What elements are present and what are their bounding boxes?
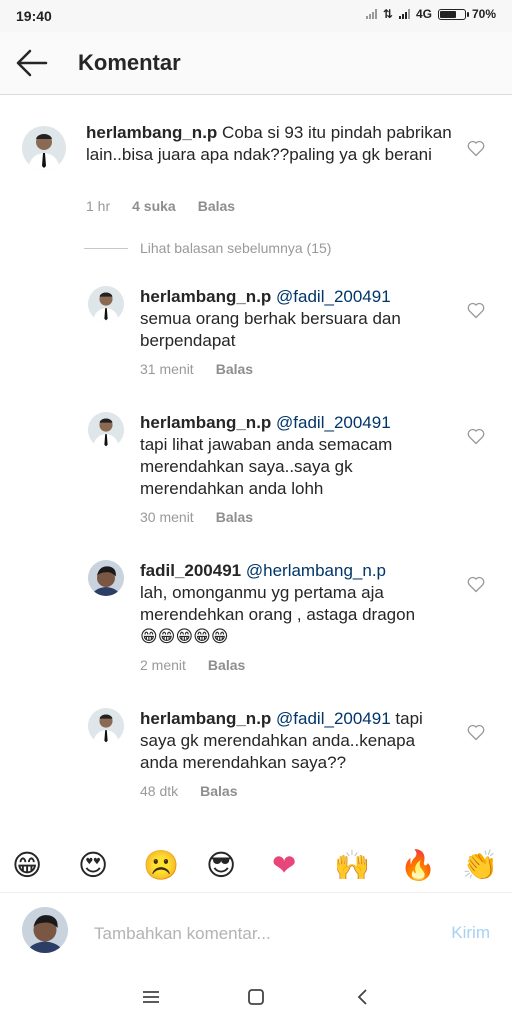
comment-input-row: Kirim <box>0 892 512 971</box>
status-bar: 19:40 ⇅ 4G 70% <box>0 0 512 32</box>
status-time: 19:40 <box>16 8 52 24</box>
signal-icon <box>365 9 377 19</box>
comment-username[interactable]: fadil_200491 <box>140 561 241 580</box>
emoji-fire-button[interactable]: 🔥 <box>400 848 436 882</box>
comment-text: herlambang_n.p Coba si 93 itu pindah pab… <box>86 122 456 166</box>
divider <box>84 247 128 249</box>
comment-meta: 30 menit Balas <box>140 509 253 525</box>
current-user-avatar <box>22 907 68 953</box>
comment-body: semua orang berhak bersuara dan berpenda… <box>140 309 401 350</box>
comment-body: tapi lihat jawaban anda semacam merendah… <box>140 435 393 498</box>
comment-time: 31 menit <box>140 361 194 377</box>
view-previous-label: Lihat balasan sebelumnya (15) <box>140 240 332 256</box>
comment-mention[interactable]: @fadil_200491 <box>276 709 391 728</box>
comment-meta: 31 menit Balas <box>140 361 253 377</box>
battery-percent: 70% <box>471 7 496 21</box>
system-nav-bar <box>0 970 512 1024</box>
data-transfer-icon: ⇅ <box>382 7 393 21</box>
view-previous-replies[interactable]: Lihat balasan sebelumnya (15) <box>84 240 331 256</box>
comment-text: herlambang_n.p @fadil_200491 tapi lihat … <box>140 412 450 500</box>
battery-fill <box>439 10 457 18</box>
comment-text: herlambang_n.p @fadil_200491 semua orang… <box>140 286 450 352</box>
reply-button[interactable]: Balas <box>208 657 245 673</box>
network-type: 4G <box>415 7 432 21</box>
comment-username[interactable]: herlambang_n.p <box>140 287 271 306</box>
like-heart-icon[interactable] <box>466 138 486 158</box>
emoji-grin-button[interactable]: 😁 <box>12 848 42 882</box>
emoji-clap-button[interactable]: 👏 <box>462 848 498 882</box>
menu-icon[interactable] <box>138 984 164 1010</box>
status-icons: ⇅ 4G 70% <box>365 7 496 21</box>
like-heart-icon[interactable] <box>466 426 486 446</box>
emoji-heart-eyes-button[interactable]: 😍 <box>78 848 108 882</box>
app-bar: Komentar <box>0 32 512 95</box>
avatar[interactable] <box>88 286 124 322</box>
comment-emoji: 😁😁😁😁😁 <box>140 627 229 647</box>
avatar[interactable] <box>22 126 66 170</box>
like-heart-icon[interactable] <box>466 722 486 742</box>
like-heart-icon[interactable] <box>466 574 486 594</box>
comment-text: herlambang_n.p @fadil_200491 tapi saya g… <box>140 708 450 774</box>
send-button[interactable]: Kirim <box>451 923 490 943</box>
emoji-sunglasses-button[interactable]: 😎 <box>206 848 236 882</box>
emoji-quick-bar: 😁 😍 ☹️ 😎 ❤ 🙌 🔥 👏 <box>0 842 512 892</box>
page-title: Komentar <box>78 50 181 75</box>
likes-count[interactable]: 4 suka <box>132 198 176 214</box>
back-icon[interactable] <box>350 984 376 1010</box>
comment-time: 30 menit <box>140 509 194 525</box>
comment-body: lah, omonganmu yg pertama aja merendehka… <box>140 583 416 624</box>
comment-input[interactable] <box>92 921 416 947</box>
comment-meta: 2 menit Balas <box>140 657 245 673</box>
home-icon[interactable] <box>243 984 269 1010</box>
reply-button[interactable]: Balas <box>198 198 235 214</box>
reply-button[interactable]: Balas <box>216 361 253 377</box>
emoji-heart-button[interactable]: ❤ <box>272 848 296 882</box>
signal-icon-2 <box>398 9 410 19</box>
comment-username[interactable]: herlambang_n.p <box>86 123 217 142</box>
comment-username[interactable]: herlambang_n.p <box>140 709 271 728</box>
avatar[interactable] <box>88 412 124 448</box>
comment-meta: 48 dtk Balas <box>140 783 238 799</box>
avatar[interactable] <box>88 708 124 744</box>
like-heart-icon[interactable] <box>466 300 486 320</box>
comment-mention[interactable]: @fadil_200491 <box>276 287 391 306</box>
reply-button[interactable]: Balas <box>200 783 237 799</box>
comment-username[interactable]: herlambang_n.p <box>140 413 271 432</box>
comment-text: fadil_200491 @herlambang_n.p lah, omonga… <box>140 560 450 648</box>
comment-time: 1 hr <box>86 198 111 214</box>
emoji-frown-button[interactable]: ☹️ <box>143 848 179 882</box>
comment-time: 48 dtk <box>140 783 179 799</box>
comment-mention[interactable]: @fadil_200491 <box>276 413 391 432</box>
back-arrow-icon[interactable] <box>10 44 54 82</box>
battery-icon <box>437 8 469 20</box>
comment-meta: 1 hr 4 suka Balas <box>86 198 235 214</box>
comment-mention[interactable]: @herlambang_n.p <box>246 561 386 580</box>
emoji-raised-hands-button[interactable]: 🙌 <box>334 848 370 882</box>
comment-time: 2 menit <box>140 657 186 673</box>
reply-button[interactable]: Balas <box>216 509 253 525</box>
avatar[interactable] <box>88 560 124 596</box>
